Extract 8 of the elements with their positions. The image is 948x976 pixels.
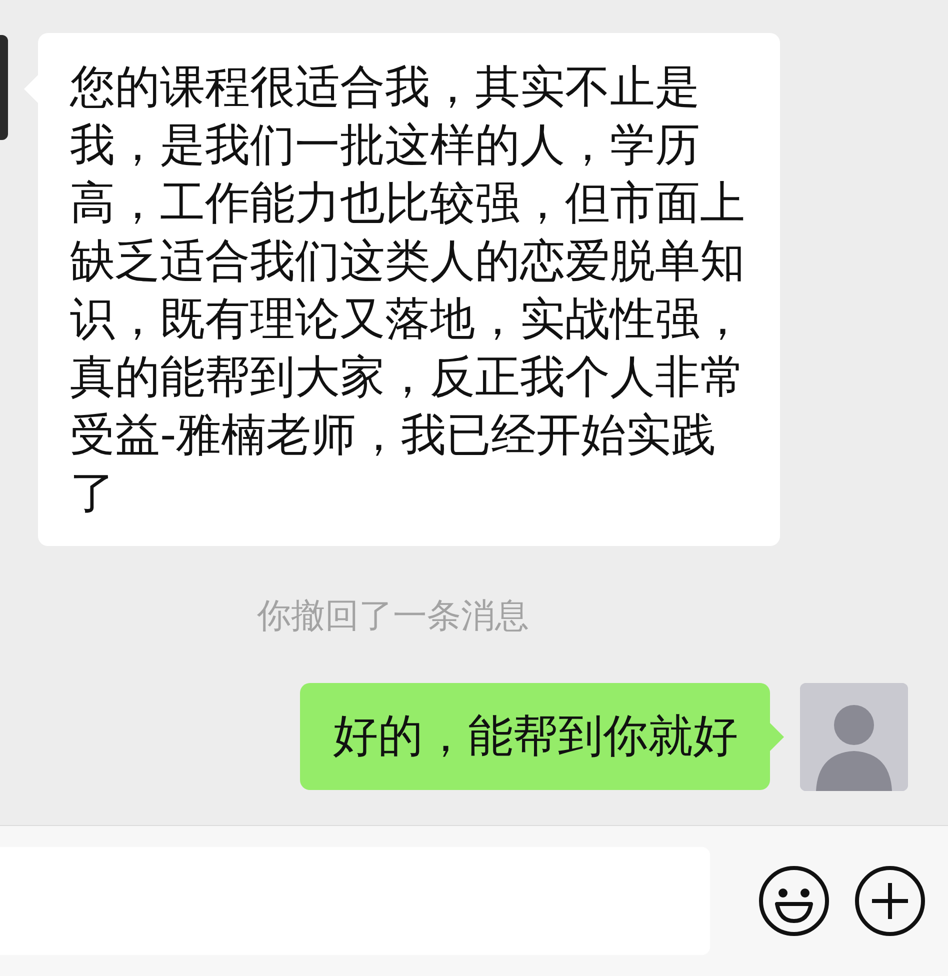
bubble-tail (770, 723, 784, 751)
emoji-icon[interactable] (758, 865, 830, 937)
outgoing-message-bubble: 好的，能帮到你就好 (300, 683, 770, 790)
recall-notice: 你撤回了一条消息 (257, 596, 529, 636)
avatar[interactable] (0, 35, 8, 140)
incoming-message-bubble: 您的课程很适合我，其实不止是我，是我们一批这样的人，学历高，工作能力也比较强，但市面上缺乏适合我们这类人的恋爱脱单知识，既有理论又落地，实战性强，真的能帮到大家，反正我个人非常受益-雅楠老师，我已经开始实践了 (38, 33, 780, 546)
avatar-silhouette[interactable] (800, 683, 908, 791)
add-icon[interactable] (854, 865, 926, 937)
